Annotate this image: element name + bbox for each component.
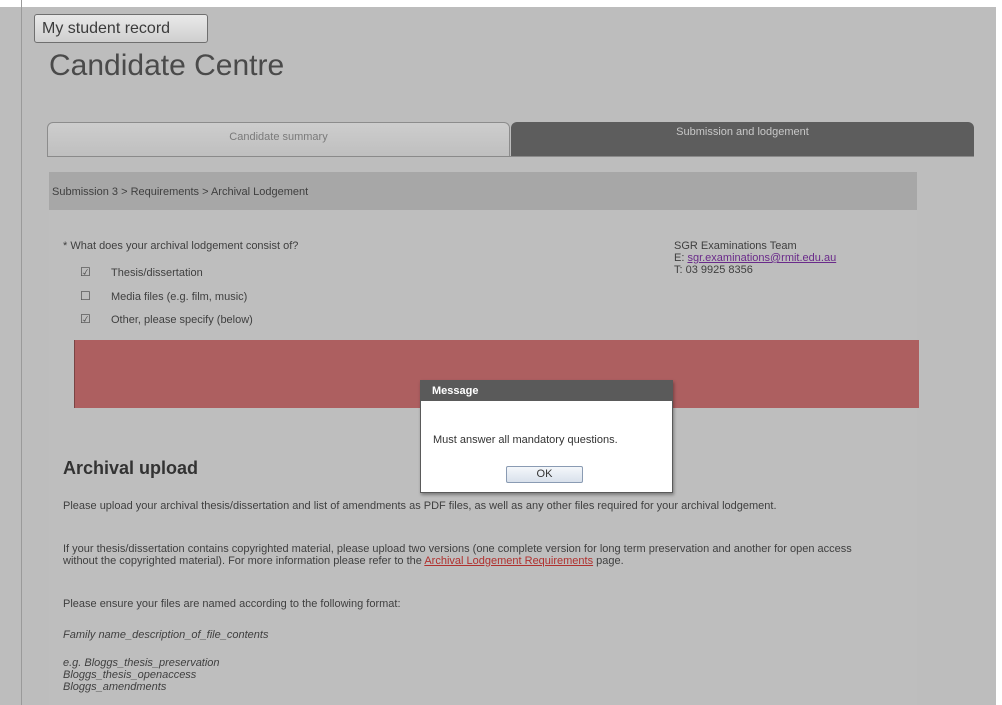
archival-requirements-link[interactable]: Archival Lodgement Requirements [424,555,593,567]
naming-instructions: Please ensure your files are named accor… [63,598,401,610]
contact-block: SGR Examinations Team E: sgr.examination… [674,240,836,276]
right-edge [996,0,1002,705]
upload-instructions: Please upload your archival thesis/disse… [63,500,777,512]
option-label: Thesis/dissertation [111,267,203,279]
page-title: Candidate Centre [49,49,285,82]
option-thesis[interactable]: ☑ Thesis/dissertation [80,264,203,280]
checkbox-unchecked-icon[interactable]: ☐ [80,288,93,304]
checkbox-checked-icon[interactable]: ☑ [80,311,93,327]
dialog-title: Message [421,381,672,401]
message-dialog: Message Must answer all mandatory questi… [420,380,673,493]
breadcrumb: Submission 3 > Requirements > Archival L… [49,172,917,210]
dialog-message: Must answer all mandatory questions. [433,434,618,446]
lodgement-question: * What does your archival lodgement cons… [63,240,299,252]
naming-example: e.g. Bloggs_thesis_preservation [63,657,220,669]
ok-button[interactable]: OK [506,466,583,483]
archival-upload-heading: Archival upload [63,458,199,478]
naming-example: Bloggs_thesis_openaccess [63,669,197,681]
naming-format: Family name_description_of_file_contents [63,629,269,641]
naming-example: Bloggs_amendments [63,681,167,693]
contact-phone: T: 03 9925 8356 [674,264,753,276]
option-label: Other, please specify (below) [111,314,253,326]
tab-submission-and-lodgement[interactable]: Submission and lodgement [511,122,974,156]
error-band-edge [74,340,75,408]
option-other[interactable]: ☑ Other, please specify (below) [80,311,253,327]
copyright-instructions: If your thesis/dissertation contains cop… [63,543,852,567]
contact-team: SGR Examinations Team [674,240,797,252]
contact-email-link[interactable]: sgr.examinations@rmit.edu.au [687,252,836,264]
my-student-record-button[interactable]: My student record [34,14,208,43]
tab-divider [47,156,974,157]
left-rule [21,0,22,705]
checkbox-checked-icon[interactable]: ☑ [80,264,93,280]
tab-candidate-summary[interactable]: Candidate summary [47,122,510,156]
contact-email-line: E: sgr.examinations@rmit.edu.au [674,252,837,264]
option-label: Media files (e.g. film, music) [111,291,248,303]
option-media-files[interactable]: ☐ Media files (e.g. film, music) [80,288,247,304]
top-edge [0,0,1002,7]
